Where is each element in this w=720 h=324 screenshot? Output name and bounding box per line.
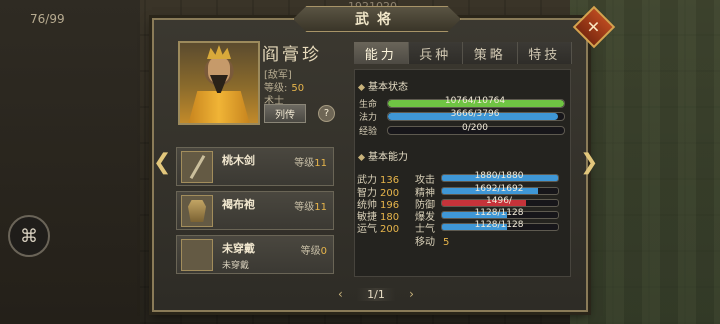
stat-move: 移动 5 [415, 233, 449, 248]
equipment-level: 等级0 [301, 242, 327, 257]
general-level-value: 50 [291, 83, 305, 94]
tab-strategy[interactable]: 策略 [463, 42, 518, 64]
exp-text: 0/200 [462, 123, 488, 133]
biography-button[interactable]: 列传 [264, 104, 306, 123]
tab-ability[interactable]: 能力 [354, 42, 409, 64]
prev-general-arrow[interactable]: ❮ [153, 150, 171, 175]
turn-counter: 76/99 [30, 12, 65, 26]
equipment-level-value: 11 [314, 158, 327, 169]
portrait-beard [210, 75, 228, 93]
window-title-plate: 武将 [293, 6, 461, 32]
equipment-level: 等级11 [294, 154, 327, 169]
equipment-level-value: 11 [314, 202, 327, 213]
move-value: 5 [443, 237, 450, 248]
portrait-crown [207, 45, 231, 59]
basic-status-title-text: 基本状态 [368, 82, 408, 93]
general-portrait [178, 41, 260, 125]
page-indicator: 1/1 [357, 287, 395, 301]
equipment-level-label: 等级 [300, 246, 321, 257]
exp-row: 经验 0/200 [359, 123, 567, 137]
mp-row: 法力 3666/3796 [359, 109, 567, 123]
side-menu-button[interactable]: ⌘ [8, 215, 50, 257]
close-icon: ✕ [587, 17, 601, 37]
tab-bar: 能力 兵种 策略 特技 [354, 42, 572, 64]
equipment-level-label: 等级 [294, 158, 315, 169]
portrait-robe [188, 91, 250, 123]
equipment-slot-armor[interactable]: 褐布袍 等级11 [176, 191, 334, 230]
burst-text: 1128/1128 [474, 208, 524, 218]
help-button[interactable]: ? [318, 105, 335, 122]
basic-ability-title: 基本能力 [357, 148, 408, 163]
sword-icon [189, 154, 206, 180]
spirit-text: 1692/1692 [474, 184, 524, 194]
diamond-icon [357, 83, 366, 91]
equipment-name: 未穿戴 [222, 242, 255, 255]
mp-label: 法力 [359, 113, 378, 123]
pager: ‹ 1/1 › [338, 286, 414, 302]
morale-text: 1128/1128 [474, 220, 524, 230]
stats-panel: 基本状态 生命 10764/10764 法力 3666/3796 经验 0/20… [354, 69, 571, 277]
tab-troop[interactable]: 兵种 [408, 42, 463, 64]
equipment-name: 桃木剑 [222, 154, 255, 167]
diamond-icon [357, 153, 366, 161]
page-prev-button[interactable]: ‹ [338, 287, 343, 301]
weapon-slot [181, 151, 213, 183]
basic-ability-title-text: 基本能力 [368, 152, 408, 163]
equipment-slot-accessory[interactable]: 未穿戴 未穿戴 等级0 [176, 235, 334, 274]
equipment-level: 等级11 [294, 198, 327, 213]
equipment-level-label: 等级 [294, 202, 315, 213]
general-name: 阎膏珍 [262, 45, 322, 65]
basic-status-title: 基本状态 [357, 78, 408, 93]
page-next-button[interactable]: › [409, 287, 414, 301]
scroll-icon: ⌘ [20, 225, 38, 247]
equipment-name: 褐布袍 [222, 198, 255, 211]
exp-label: 经验 [359, 127, 378, 137]
attack-text: 1880/1880 [474, 171, 524, 181]
window-title: 武将 [355, 12, 399, 28]
hp-row: 生命 10764/10764 [359, 96, 567, 110]
equipment-level-value: 0 [320, 246, 327, 257]
equipment-sub: 未穿戴 [222, 261, 250, 271]
hp-label: 生命 [359, 100, 378, 110]
tab-skill[interactable]: 特技 [517, 42, 572, 64]
armor-slot [181, 195, 213, 227]
stat-label: 运气 [357, 224, 377, 235]
accessory-slot [181, 239, 213, 271]
hp-text: 10764/10764 [444, 96, 506, 106]
stat-luck: 运气 200 [357, 220, 399, 235]
equipment-slot-weapon[interactable]: 桃木剑 等级11 [176, 147, 334, 186]
defense-text: 1496/ [486, 196, 512, 206]
move-label: 移动 [415, 237, 435, 248]
next-general-arrow[interactable]: ❯ [580, 150, 598, 175]
left-panel-background [0, 0, 140, 324]
mp-text: 3666/3796 [450, 109, 500, 119]
robe-icon [188, 200, 206, 222]
stat-value: 200 [380, 224, 400, 235]
